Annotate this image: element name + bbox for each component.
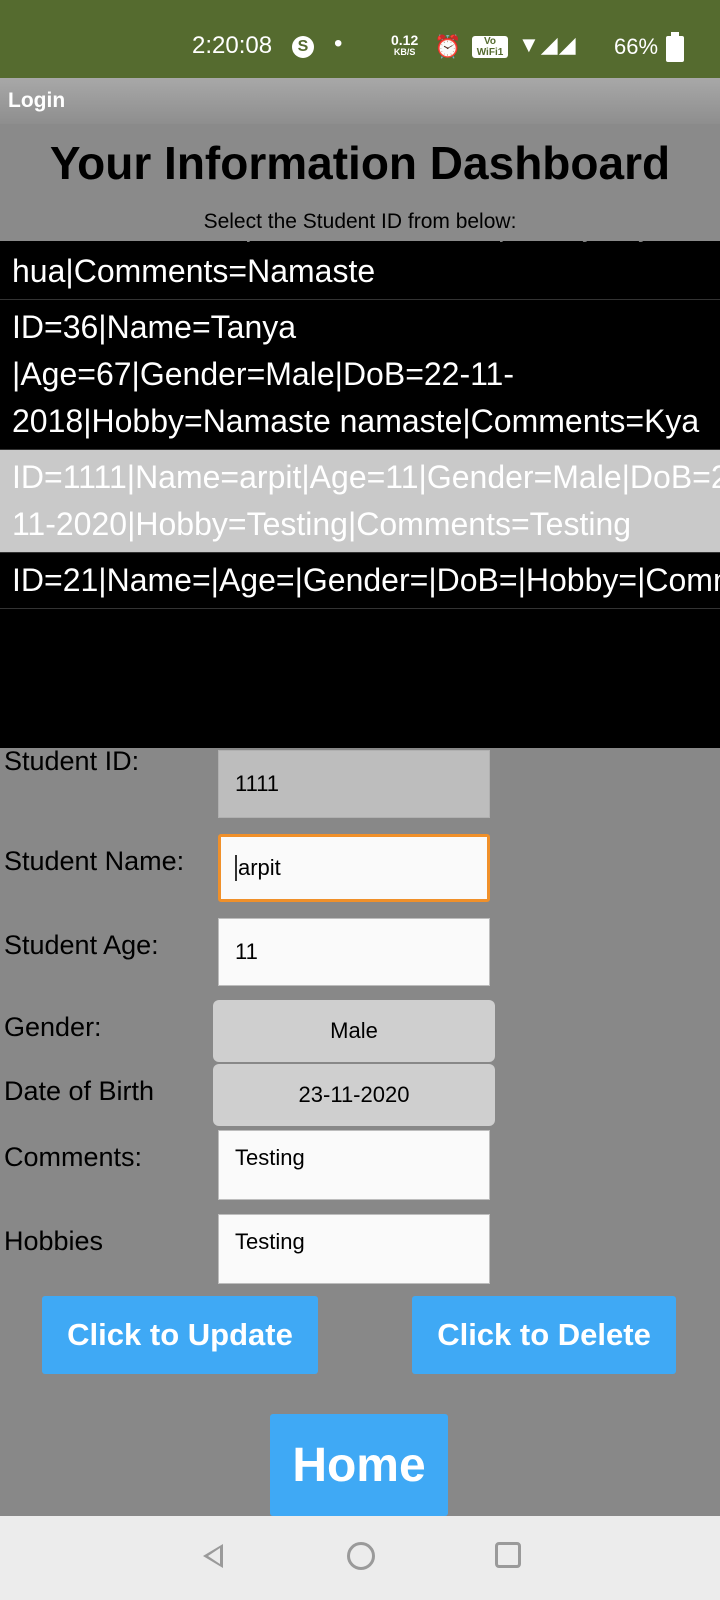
list-item[interactable]: ID=36|Name=Tanya |Age=67|Gender=Male|DoB… xyxy=(0,300,720,450)
text-cursor xyxy=(235,855,237,881)
back-icon[interactable] xyxy=(203,1544,223,1568)
comments-label: Comments: xyxy=(4,1142,143,1172)
app-bar-title: Login xyxy=(8,89,66,112)
delete-button[interactable]: Click to Delete xyxy=(412,1296,676,1374)
list-item[interactable]: Gender=Female|DoB=22-10-2010|Hobby=Kya h… xyxy=(0,241,720,300)
gender-value: Male xyxy=(330,1018,378,1043)
hobbies-label: Hobbies xyxy=(4,1226,104,1256)
system-nav-bar xyxy=(0,1516,720,1600)
page-title: Your Information Dashboard xyxy=(49,137,671,189)
home-button[interactable]: Home xyxy=(270,1414,448,1516)
network-speed-unit: KB/S xyxy=(393,47,416,57)
vowifi-icon: Vo WiFi1 xyxy=(472,36,508,58)
student-name-label: Student Name: xyxy=(4,846,185,876)
student-name-value: arpit xyxy=(238,855,281,880)
student-list-scroll: Gender=Female|DoB=22-10-2010|Hobby=Kya h… xyxy=(0,241,720,609)
student-age-value: 11 xyxy=(235,939,258,964)
recent-apps-icon[interactable] xyxy=(495,1542,521,1568)
comments-field[interactable]: Testing xyxy=(218,1130,490,1200)
battery-percent: 66% xyxy=(614,34,659,59)
dob-value: 23-11-2020 xyxy=(298,1082,410,1107)
vowifi-line2: WiFi1 xyxy=(476,47,504,58)
student-list[interactable]: Gender=Female|DoB=22-10-2010|Hobby=Kya h… xyxy=(0,241,720,748)
notification-dot-icon: • xyxy=(334,30,343,57)
student-name-field[interactable]: arpit xyxy=(218,834,490,902)
vowifi-line1: Vo xyxy=(483,36,497,47)
dob-label: Date of Birth xyxy=(4,1076,155,1106)
signal-icons: ▼◢◢ xyxy=(518,32,577,57)
date-of-birth-picker[interactable]: 23-11-2020 xyxy=(213,1064,495,1126)
hobbies-value: Testing xyxy=(235,1229,305,1254)
gender-label: Gender: xyxy=(4,1012,102,1042)
home-circle-icon[interactable] xyxy=(347,1542,375,1570)
list-item[interactable]: ID=21|Name=|Age=|Gender=|DoB=|Hobby=|Com… xyxy=(0,553,720,609)
hobbies-field[interactable]: Testing xyxy=(218,1214,490,1284)
app-bar: Login xyxy=(0,78,720,124)
gender-picker[interactable]: Male xyxy=(213,1000,495,1062)
list-item-selected[interactable]: ID=1111|Name=arpit|Age=11|Gender=Male|Do… xyxy=(0,450,720,553)
student-id-value: 1111 xyxy=(235,771,280,796)
alarm-icon: ⏰ xyxy=(434,34,462,59)
student-age-label: Student Age: xyxy=(4,930,159,960)
status-bar: 2:20:08 S • 0.12 KB/S ⏰ Vo WiFi1 ▼◢◢ 66% xyxy=(0,0,720,78)
student-age-field[interactable]: 11 xyxy=(218,918,490,986)
student-id-label: Student ID: xyxy=(4,746,140,776)
network-speed: 0.12 KB/S xyxy=(391,33,418,58)
status-time: 2:20:08 xyxy=(192,32,273,59)
list-instruction: Select the Student ID from below: xyxy=(203,210,517,233)
update-button[interactable]: Click to Update xyxy=(42,1296,318,1374)
comments-value: Testing xyxy=(235,1145,305,1170)
sync-icon: S xyxy=(292,36,314,58)
battery-icon xyxy=(666,32,684,62)
student-id-field[interactable]: 1111 xyxy=(218,750,490,818)
